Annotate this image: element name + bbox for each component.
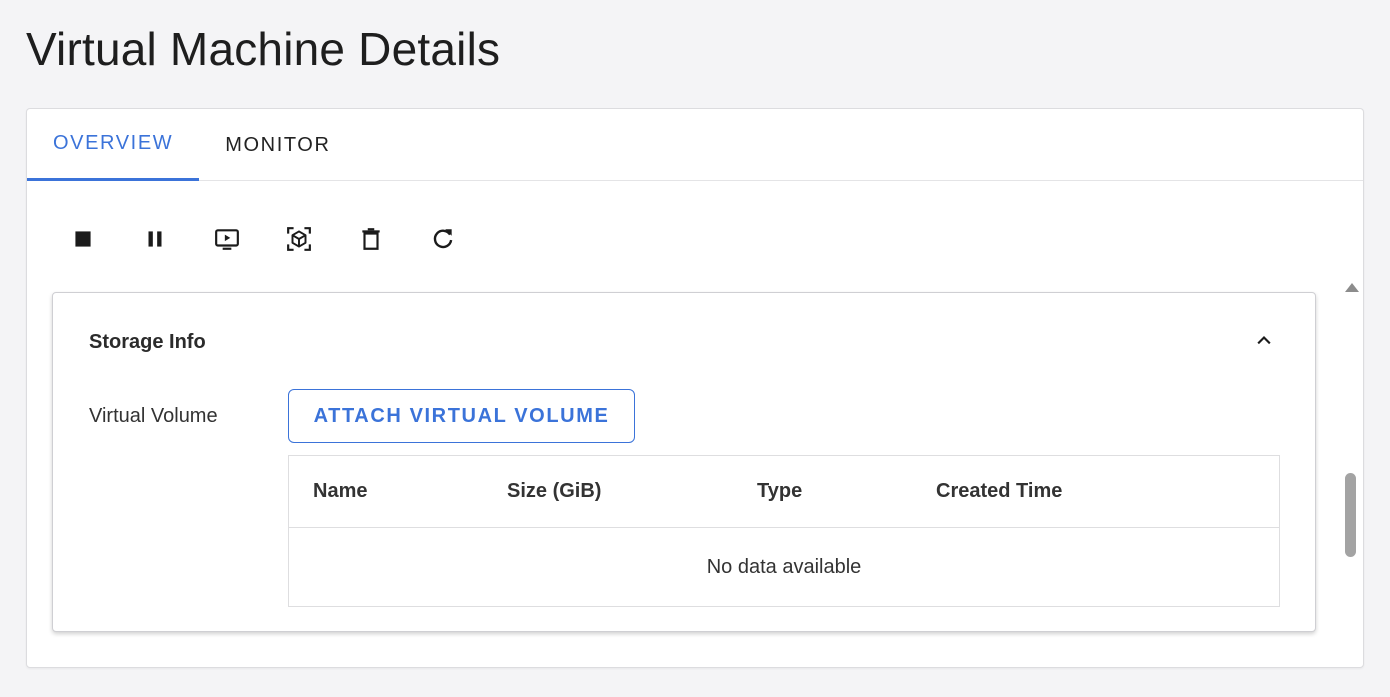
pause-button[interactable]	[135, 219, 175, 259]
vm-action-toolbar	[63, 219, 495, 259]
tab-bar: OVERVIEW MONITOR	[27, 109, 1363, 181]
attach-virtual-volume-button[interactable]: ATTACH VIRTUAL VOLUME	[288, 389, 635, 443]
storage-info-panel: Storage Info Virtual Volume ATTACH VIRTU…	[52, 292, 1316, 632]
scroll-up-arrow-icon[interactable]	[1345, 283, 1359, 292]
vm-details-card: OVERVIEW MONITOR Storage Info Virtual Vo…	[26, 108, 1364, 668]
scrollbar-thumb[interactable]	[1345, 473, 1356, 557]
empty-table-message: No data available	[706, 555, 862, 578]
snapshot-button[interactable]	[279, 219, 319, 259]
virtual-volume-label: Virtual Volume	[89, 405, 218, 427]
pause-icon	[148, 231, 162, 247]
column-header-size[interactable]: Size (GiB)	[507, 480, 601, 503]
vertical-scrollbar[interactable]	[1343, 277, 1359, 697]
delete-icon	[362, 228, 380, 250]
stop-icon	[75, 231, 91, 247]
column-header-type[interactable]: Type	[757, 480, 802, 503]
refresh-icon	[433, 229, 453, 249]
column-header-created-time[interactable]: Created Time	[936, 480, 1062, 503]
snapshot-icon	[287, 227, 311, 251]
collapse-button[interactable]	[1249, 325, 1279, 355]
refresh-button[interactable]	[423, 219, 463, 259]
storage-info-title: Storage Info	[89, 331, 206, 353]
column-header-name[interactable]: Name	[313, 480, 367, 503]
console-icon	[215, 229, 239, 250]
delete-button[interactable]	[351, 219, 391, 259]
stop-button[interactable]	[63, 219, 103, 259]
console-button[interactable]	[207, 219, 247, 259]
tab-overview[interactable]: OVERVIEW	[27, 109, 200, 181]
virtual-volume-table: Name Size (GiB) Type Created Time No dat…	[288, 455, 1280, 607]
table-header: Name Size (GiB) Type Created Time	[289, 456, 1279, 528]
page-title: Virtual Machine Details	[26, 23, 501, 75]
tab-monitor[interactable]: MONITOR	[199, 109, 356, 181]
chevron-up-icon	[1257, 335, 1271, 345]
